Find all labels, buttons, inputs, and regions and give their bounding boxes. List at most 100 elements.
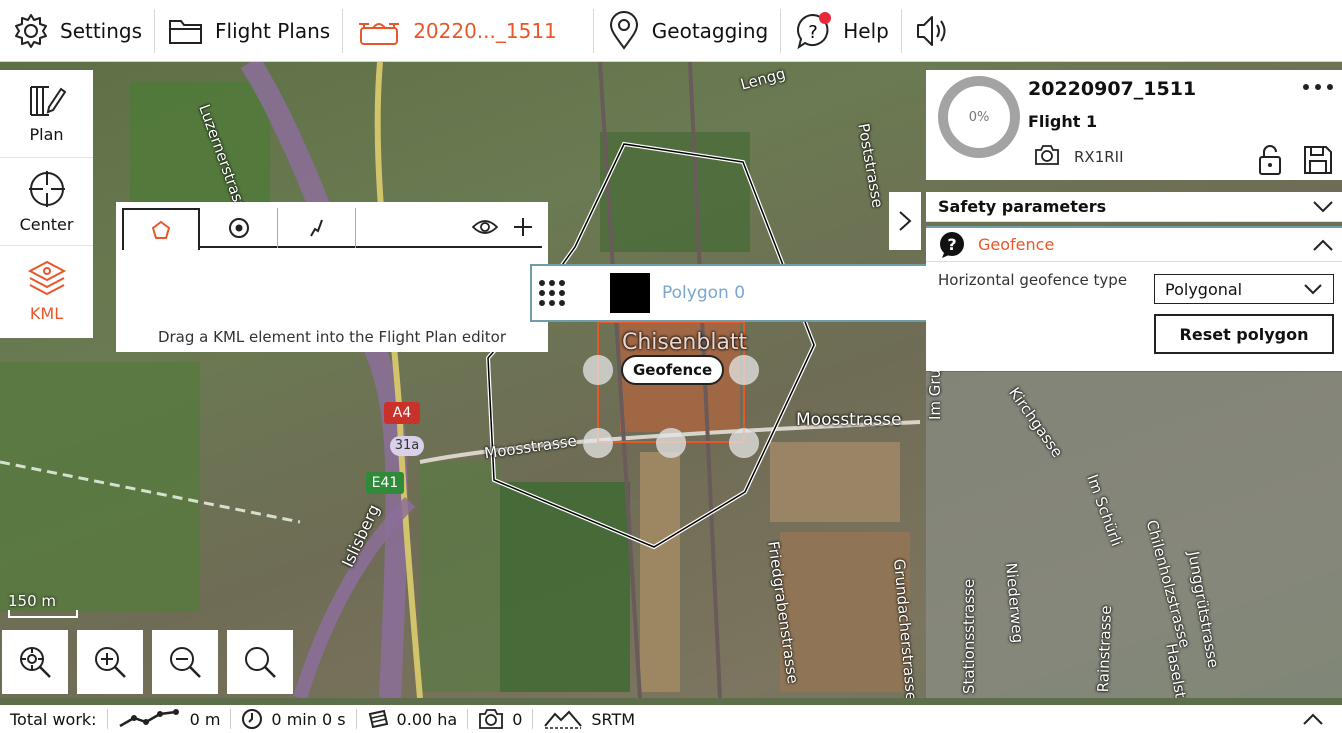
more-options-icon[interactable] <box>1302 82 1334 92</box>
polygon-vertex-handle[interactable] <box>729 355 759 385</box>
zoom-out-button[interactable] <box>152 630 218 694</box>
plan-button[interactable]: Plan <box>0 70 93 158</box>
settings-button[interactable]: Settings <box>0 0 154 62</box>
crosshair-icon <box>28 171 65 207</box>
tab-line[interactable] <box>278 208 356 248</box>
kml-tabs <box>122 208 542 250</box>
scale-bar <box>8 610 78 618</box>
plan-icon <box>29 86 66 116</box>
polygon-vertex-handle[interactable] <box>583 355 613 385</box>
scale-value: 150 m <box>8 592 57 610</box>
polygon-vertex-handle[interactable] <box>583 428 613 458</box>
camera-model: RX1RII <box>1074 148 1124 166</box>
add-kml-button[interactable] <box>504 208 542 246</box>
total-work-label: Total work: <box>10 709 97 729</box>
drag-handle-icon[interactable] <box>536 277 568 309</box>
plan-label: Plan <box>29 125 64 144</box>
road-sign: E41 <box>366 472 404 494</box>
chevron-down-icon <box>1304 284 1322 295</box>
left-toolbar: Plan Center KML <box>0 70 93 338</box>
tab-polygon[interactable] <box>122 208 200 250</box>
speaker-icon <box>916 15 946 46</box>
geofence-type-select[interactable]: Polygonal <box>1154 274 1334 304</box>
current-plan-label: 20220..._1511 <box>413 18 557 43</box>
kml-polygon-item[interactable]: Polygon 0 <box>530 264 950 322</box>
kml-layers-icon <box>27 260 66 295</box>
horizontal-geofence-label: Horizontal geofence type <box>938 271 1128 289</box>
polygon-name: Polygon 0 <box>662 283 746 303</box>
svg-text:?: ? <box>808 22 818 43</box>
path-distance-icon <box>118 709 179 728</box>
elevation-source: SRTM <box>591 709 636 729</box>
help-label: Help <box>843 18 889 43</box>
zoom-target-icon <box>20 647 51 678</box>
street-label: Moosstrasse <box>796 410 902 430</box>
geofence-map-label[interactable]: Geofence <box>621 355 725 385</box>
camera-icon <box>479 709 504 729</box>
geofence-section-header[interactable]: ? Geofence <box>926 226 1342 261</box>
map-scale: 150 m <box>8 592 78 618</box>
visibility-toggle[interactable] <box>466 208 504 246</box>
geofence-title: Geofence <box>978 235 1055 254</box>
kml-panel: Drag a KML element into the Flight Plan … <box>116 202 548 352</box>
elevation-stat: SRTM <box>533 708 645 730</box>
geotagging-button[interactable]: Geotagging <box>594 0 780 62</box>
polygon-vertex-handle[interactable] <box>729 428 759 458</box>
chevron-down-icon <box>1313 200 1333 212</box>
line-path-icon <box>309 219 323 237</box>
area-icon <box>368 709 388 729</box>
kml-hint: Drag a KML element into the Flight Plan … <box>157 328 507 346</box>
center-label: Center <box>19 215 74 234</box>
help-icon: ? <box>797 11 832 49</box>
tab-point[interactable] <box>200 208 278 248</box>
total-work: Total work: <box>0 710 107 729</box>
bottom-status-bar: Total work: 0 m 0 min 0 s 0.00 ha 0 SRTM <box>0 705 1342 733</box>
current-plan-button[interactable]: 20220..._1511 <box>343 0 569 62</box>
flight-plans-button[interactable]: Flight Plans <box>155 0 342 62</box>
expand-status-button[interactable] <box>1292 712 1342 726</box>
safety-parameters-section[interactable]: Safety parameters <box>926 192 1342 222</box>
unlock-icon[interactable] <box>1258 144 1282 176</box>
road-sign: A4 <box>384 402 420 424</box>
polygon-color-swatch <box>610 273 650 313</box>
safety-parameters-label: Safety parameters <box>938 197 1107 216</box>
target-icon <box>228 218 249 238</box>
terrain-icon <box>544 710 583 729</box>
drone-icon <box>359 22 400 45</box>
zoom-in-button[interactable] <box>77 630 143 694</box>
clock-icon <box>242 709 263 729</box>
collapse-panel-button[interactable] <box>889 192 921 250</box>
camera-icon <box>1035 145 1059 165</box>
area-value: 0.00 ha <box>396 709 458 729</box>
help-button[interactable]: ? Help <box>781 0 901 62</box>
flight-plans-label: Flight Plans <box>215 18 331 43</box>
zoom-in-icon <box>95 647 126 678</box>
kml-button[interactable]: KML <box>0 246 93 334</box>
road-sign: 31a <box>390 436 424 456</box>
distance-stat: 0 m <box>108 708 231 730</box>
time-value: 0 min 0 s <box>271 709 346 729</box>
area-stat: 0.00 ha <box>357 708 468 730</box>
plan-title: 20220907_1511 <box>1028 78 1197 100</box>
reset-polygon-button[interactable]: Reset polygon <box>1154 314 1334 354</box>
gear-icon <box>15 13 47 48</box>
plus-icon <box>514 218 532 236</box>
settings-label: Settings <box>60 18 143 43</box>
chevron-right-icon <box>899 211 912 231</box>
photos-stat: 0 <box>468 708 532 730</box>
eye-icon <box>472 220 498 234</box>
distance-value: 0 m <box>189 709 221 729</box>
search-button[interactable] <box>227 630 293 694</box>
search-icon <box>245 647 276 678</box>
center-button[interactable]: Center <box>0 158 93 246</box>
progress-value: 0% <box>968 109 990 125</box>
sound-button[interactable] <box>902 0 974 62</box>
polygon-vertex-handle[interactable] <box>656 428 686 458</box>
zoom-to-fit-button[interactable] <box>2 630 68 694</box>
street-label: Rainstrasse <box>1094 605 1116 693</box>
kml-label: KML <box>29 303 64 323</box>
geofence-type-value: Polygonal <box>1165 279 1243 299</box>
save-icon[interactable] <box>1302 144 1334 176</box>
chevron-up-icon <box>1303 713 1323 725</box>
help-bubble-icon[interactable]: ? <box>938 231 966 259</box>
